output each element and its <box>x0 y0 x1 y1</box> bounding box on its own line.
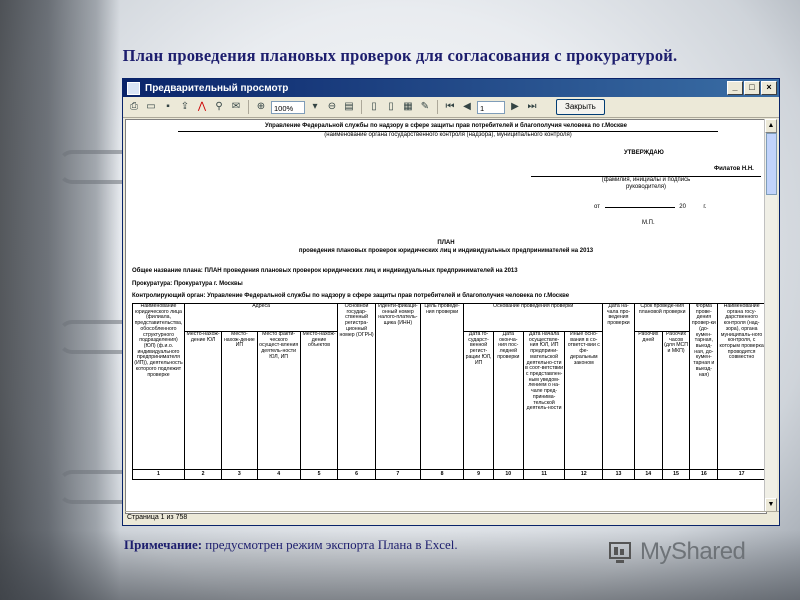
column-number: 14 <box>633 469 663 480</box>
preview-window: Предварительный просмотр _ □ × ⎙ ▭ ▪ ⇪ ⋀… <box>122 78 780 526</box>
maximize-icon[interactable]: □ <box>744 81 760 95</box>
logo-text: MyShared <box>640 538 746 565</box>
column-number: 7 <box>374 469 421 480</box>
date-line: от 20 г. <box>594 204 707 210</box>
first-page-icon[interactable]: ⏮ <box>443 100 457 114</box>
column-number: 11 <box>522 469 566 480</box>
prosecutor: Прокуратура: Прокуратура г. Москвы <box>132 281 243 287</box>
last-page-icon[interactable]: ⏭ <box>525 100 539 114</box>
column-number: 6 <box>337 469 376 480</box>
column-number: 15 <box>661 469 691 480</box>
scroll-thumb[interactable] <box>766 133 777 195</box>
edit-icon[interactable]: ✎ <box>418 100 432 114</box>
slide-note: Примечание: предусмотрен режим экспорта … <box>124 537 458 552</box>
header-authority: Наименование органа госу-дарственного ко… <box>717 303 766 470</box>
general-name: Общее название плана: ПЛАН проведения пл… <box>132 268 518 274</box>
close-icon[interactable]: × <box>761 81 777 95</box>
header-addr-ul: Место-нахож-дение ЮЛ <box>183 331 223 470</box>
zoom-select[interactable]: 100% <box>271 100 305 114</box>
column-number: 8 <box>419 469 465 480</box>
page-setup-icon[interactable]: ▤ <box>342 100 356 114</box>
column-number: 9 <box>463 469 494 480</box>
window-titlebar[interactable]: Предварительный просмотр _ □ × <box>123 79 779 97</box>
agency-caption: (наименование органа государственного ко… <box>178 131 718 139</box>
binder-background <box>0 0 120 600</box>
page-number-input[interactable]: 1 <box>477 100 505 114</box>
header-addr-obj: Место-нахож-дение объектов <box>299 331 339 470</box>
scroll-up-icon[interactable]: ▲ <box>765 119 777 133</box>
logo-mark-icon <box>608 539 636 565</box>
export-icon[interactable]: ⇪ <box>178 100 192 114</box>
header-basis-start: Дата начала осуществле-ния ЮЛ, ИП предпр… <box>522 331 566 470</box>
zoom-icon[interactable]: ⊕ <box>254 100 268 114</box>
header-ogrn: Основной государ-ственный регистра-ционн… <box>337 303 376 470</box>
print-icon[interactable]: ⎙ <box>127 100 141 114</box>
document-page: Управление Федеральной службы по надзору… <box>125 119 767 514</box>
zoom-out-icon[interactable]: ⊖ <box>325 100 339 114</box>
signer-name: Филатов Н.Н. <box>714 166 754 172</box>
header-name: Наименование юридического лица (филиала,… <box>132 303 185 470</box>
find-icon[interactable]: ⚲ <box>212 100 226 114</box>
next-page-icon[interactable]: ▶ <box>508 100 522 114</box>
header-basis-reg: Дата го-сударст-венной регист-рации ЮЛ, … <box>463 331 494 470</box>
vertical-scrollbar[interactable]: ▲ ▼ <box>764 119 777 512</box>
header-start-date: Дата на-чала про-ведения проверки <box>602 303 635 470</box>
app-icon <box>127 81 140 95</box>
scroll-down-icon[interactable]: ▼ <box>765 498 777 512</box>
plan-heading: ПЛАН <box>437 240 455 246</box>
header-term: Срок проведе-ния плановой проверки <box>633 303 691 332</box>
preview-toolbar: ⎙ ▭ ▪ ⇪ ⋀ ⚲ ✉ ⊕ 100% ▾ ⊖ ▤ ▯ ▯ ▦ ✎ ⏮ ◀ 1… <box>123 97 779 118</box>
column-number: 3 <box>221 469 258 480</box>
controlling-body: Контролирующий орган: Управление Федерал… <box>132 293 570 299</box>
column-number: 5 <box>299 469 339 480</box>
header-basis: Основание проведения проверки <box>463 303 604 332</box>
single-page-icon[interactable]: ▯ <box>367 100 381 114</box>
window-title: Предварительный просмотр <box>145 82 289 94</box>
two-pages-icon[interactable]: ▯ <box>384 100 398 114</box>
header-basis-other: Иные осно-вания в со-ответст-вии с фе-де… <box>564 331 604 470</box>
toolbar-separator <box>361 100 362 114</box>
stamp-label: М.П. <box>642 220 655 226</box>
header-term-hours: Рабочих часов (для МСП и МКП) <box>661 331 691 470</box>
header-addr-ip: Место-нахож-дение ИП <box>221 331 258 470</box>
prev-page-icon[interactable]: ◀ <box>460 100 474 114</box>
header-inn: Иденти-фикаци-онный номер налого-платель… <box>374 303 421 470</box>
header-purpose: Цель проведе-ния проверки <box>419 303 465 470</box>
column-number-row: 1 2 3 4 5 6 7 8 9 10 11 12 13 14 15 16 17 <box>132 469 766 480</box>
open-icon[interactable]: ▭ <box>144 100 158 114</box>
header-address: Адреса <box>183 303 339 332</box>
column-number: 17 <box>717 469 766 480</box>
pdf-icon[interactable]: ⋀ <box>195 100 209 114</box>
column-number: 12 <box>564 469 604 480</box>
email-icon[interactable]: ✉ <box>229 100 243 114</box>
header-basis-last: Дата оконча-ния пос-ледней проверки <box>492 331 524 470</box>
toolbar-separator <box>248 100 249 114</box>
multi-page-icon[interactable]: ▦ <box>401 100 415 114</box>
header-term-days: Рабочих дней <box>633 331 663 470</box>
minimize-icon[interactable]: _ <box>727 81 743 95</box>
column-number: 1 <box>132 469 185 480</box>
header-addr-fact: Место факти-ческого осущест-вления деяте… <box>256 331 301 470</box>
column-number: 4 <box>256 469 301 480</box>
slide-title: План проведения плановых проверок для со… <box>122 46 678 65</box>
header-form: Форма прове-дения провер-ки (до-кумен-та… <box>689 303 719 470</box>
plan-table: Наименование юридического лица (филиала,… <box>132 303 766 480</box>
toolbar-separator <box>437 100 438 114</box>
plan-subheading: проведения плановых проверок юридических… <box>298 248 594 254</box>
column-number: 2 <box>183 469 223 480</box>
save-icon[interactable]: ▪ <box>161 100 175 114</box>
column-number: 13 <box>602 469 635 480</box>
chevron-down-icon[interactable]: ▾ <box>308 100 322 114</box>
status-bar: Страница 1 из 758 <box>125 511 779 524</box>
signer-caption: (фамилия, инициалы и подпись руководител… <box>531 176 761 191</box>
column-number: 10 <box>492 469 524 480</box>
column-number: 16 <box>689 469 719 480</box>
myshared-logo: MyShared <box>608 538 746 566</box>
close-button[interactable]: Закрыть <box>556 99 605 115</box>
agency-name: Управление Федеральной службы по надзору… <box>265 123 627 129</box>
approve-label: УТВЕРЖДАЮ <box>624 150 664 156</box>
